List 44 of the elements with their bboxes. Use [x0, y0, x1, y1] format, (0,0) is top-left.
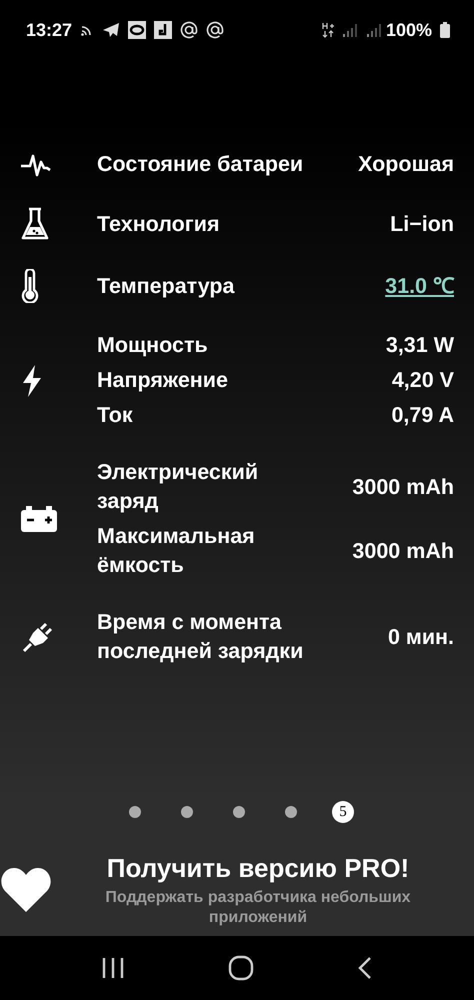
- clock: 13:27: [26, 20, 72, 40]
- music-note-icon: [154, 21, 172, 39]
- info-value: Li−ion: [390, 210, 454, 238]
- info-label: Напряжение: [97, 367, 228, 394]
- recent-apps-icon[interactable]: [101, 957, 126, 979]
- at-sign-icon: [180, 21, 198, 39]
- back-icon[interactable]: [356, 956, 373, 980]
- thermometer-icon: [20, 269, 40, 303]
- page-indicator[interactable]: [233, 806, 245, 818]
- page-indicator[interactable]: [129, 806, 141, 818]
- info-label: Состояние батареи: [97, 151, 304, 178]
- info-value: 3,31 W: [386, 332, 454, 359]
- info-value: 4,20 V: [392, 367, 454, 394]
- page-indicator[interactable]: 5: [332, 801, 354, 823]
- battery-icon: [20, 504, 58, 534]
- info-value: 3000 mAh: [352, 474, 454, 500]
- battery-percent: 100%: [386, 20, 432, 40]
- page-indicator[interactable]: [285, 806, 297, 818]
- signal-icon: [366, 23, 382, 37]
- promo-title[interactable]: Получить версию PRO!: [106, 852, 410, 884]
- info-label: Мощность: [97, 332, 208, 359]
- heart-icon[interactable]: [0, 866, 52, 914]
- promo-subtitle: Поддержать разработчика небольших приложений: [104, 888, 412, 928]
- app-icon: [128, 21, 146, 39]
- info-label: Время с момента последней зарядки: [97, 609, 304, 665]
- signal-icon: [342, 23, 358, 37]
- home-icon[interactable]: [228, 955, 254, 981]
- page-indicator[interactable]: [181, 806, 193, 818]
- info-label: Температура: [97, 272, 235, 300]
- send-icon: [102, 22, 120, 38]
- data-transfer-icon: [322, 22, 334, 38]
- info-label: Ток: [97, 402, 133, 429]
- info-value: Хорошая: [358, 151, 454, 178]
- battery-icon: [440, 22, 450, 38]
- info-value: 0 мин.: [388, 624, 454, 650]
- info-label: Электрический заряд: [97, 459, 260, 515]
- lightning-icon: [20, 364, 44, 398]
- info-value: 3000 mAh: [352, 538, 454, 564]
- info-value: 0,79 A: [391, 402, 454, 429]
- info-label: Максимальная ёмкость: [97, 523, 256, 579]
- info-label: Технология: [97, 210, 220, 238]
- at-sign-icon: [206, 21, 224, 39]
- value-link[interactable]: 31.0 ℃: [385, 272, 454, 300]
- flask-icon: [20, 207, 50, 241]
